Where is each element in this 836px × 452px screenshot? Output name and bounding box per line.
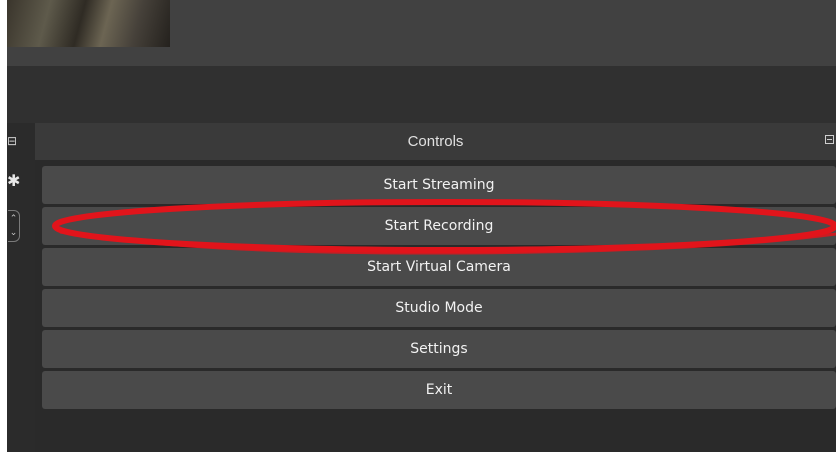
exit-button[interactable]: Exit (42, 371, 836, 409)
scroll-arrows-icon[interactable]: ⌃ ⌄ (8, 210, 20, 242)
settings-button[interactable]: Settings (42, 330, 836, 368)
preview-area (7, 0, 836, 66)
start-recording-button[interactable]: Start Recording (42, 207, 836, 245)
undock-icon[interactable] (825, 135, 834, 144)
controls-button-list: Start Streaming Start Recording Start Vi… (42, 166, 836, 412)
preview-thumbnail (7, 0, 170, 47)
controls-title: Controls (407, 133, 464, 150)
dock-float-icon[interactable]: ⊟ (7, 134, 17, 148)
left-dock: ⊟ ✱ ⌃ ⌄ (7, 123, 33, 452)
controls-panel: Controls Start Streaming Start Recording… (35, 123, 836, 452)
gear-icon[interactable]: ✱ (7, 171, 20, 191)
obs-window: ⊟ ✱ ⌃ ⌄ Controls Start Streaming Start Re… (7, 0, 836, 452)
dock-separator (7, 66, 836, 123)
controls-header: Controls (35, 123, 836, 160)
start-streaming-button[interactable]: Start Streaming (42, 166, 836, 204)
studio-mode-button[interactable]: Studio Mode (42, 289, 836, 327)
start-virtual-camera-button[interactable]: Start Virtual Camera (42, 248, 836, 286)
